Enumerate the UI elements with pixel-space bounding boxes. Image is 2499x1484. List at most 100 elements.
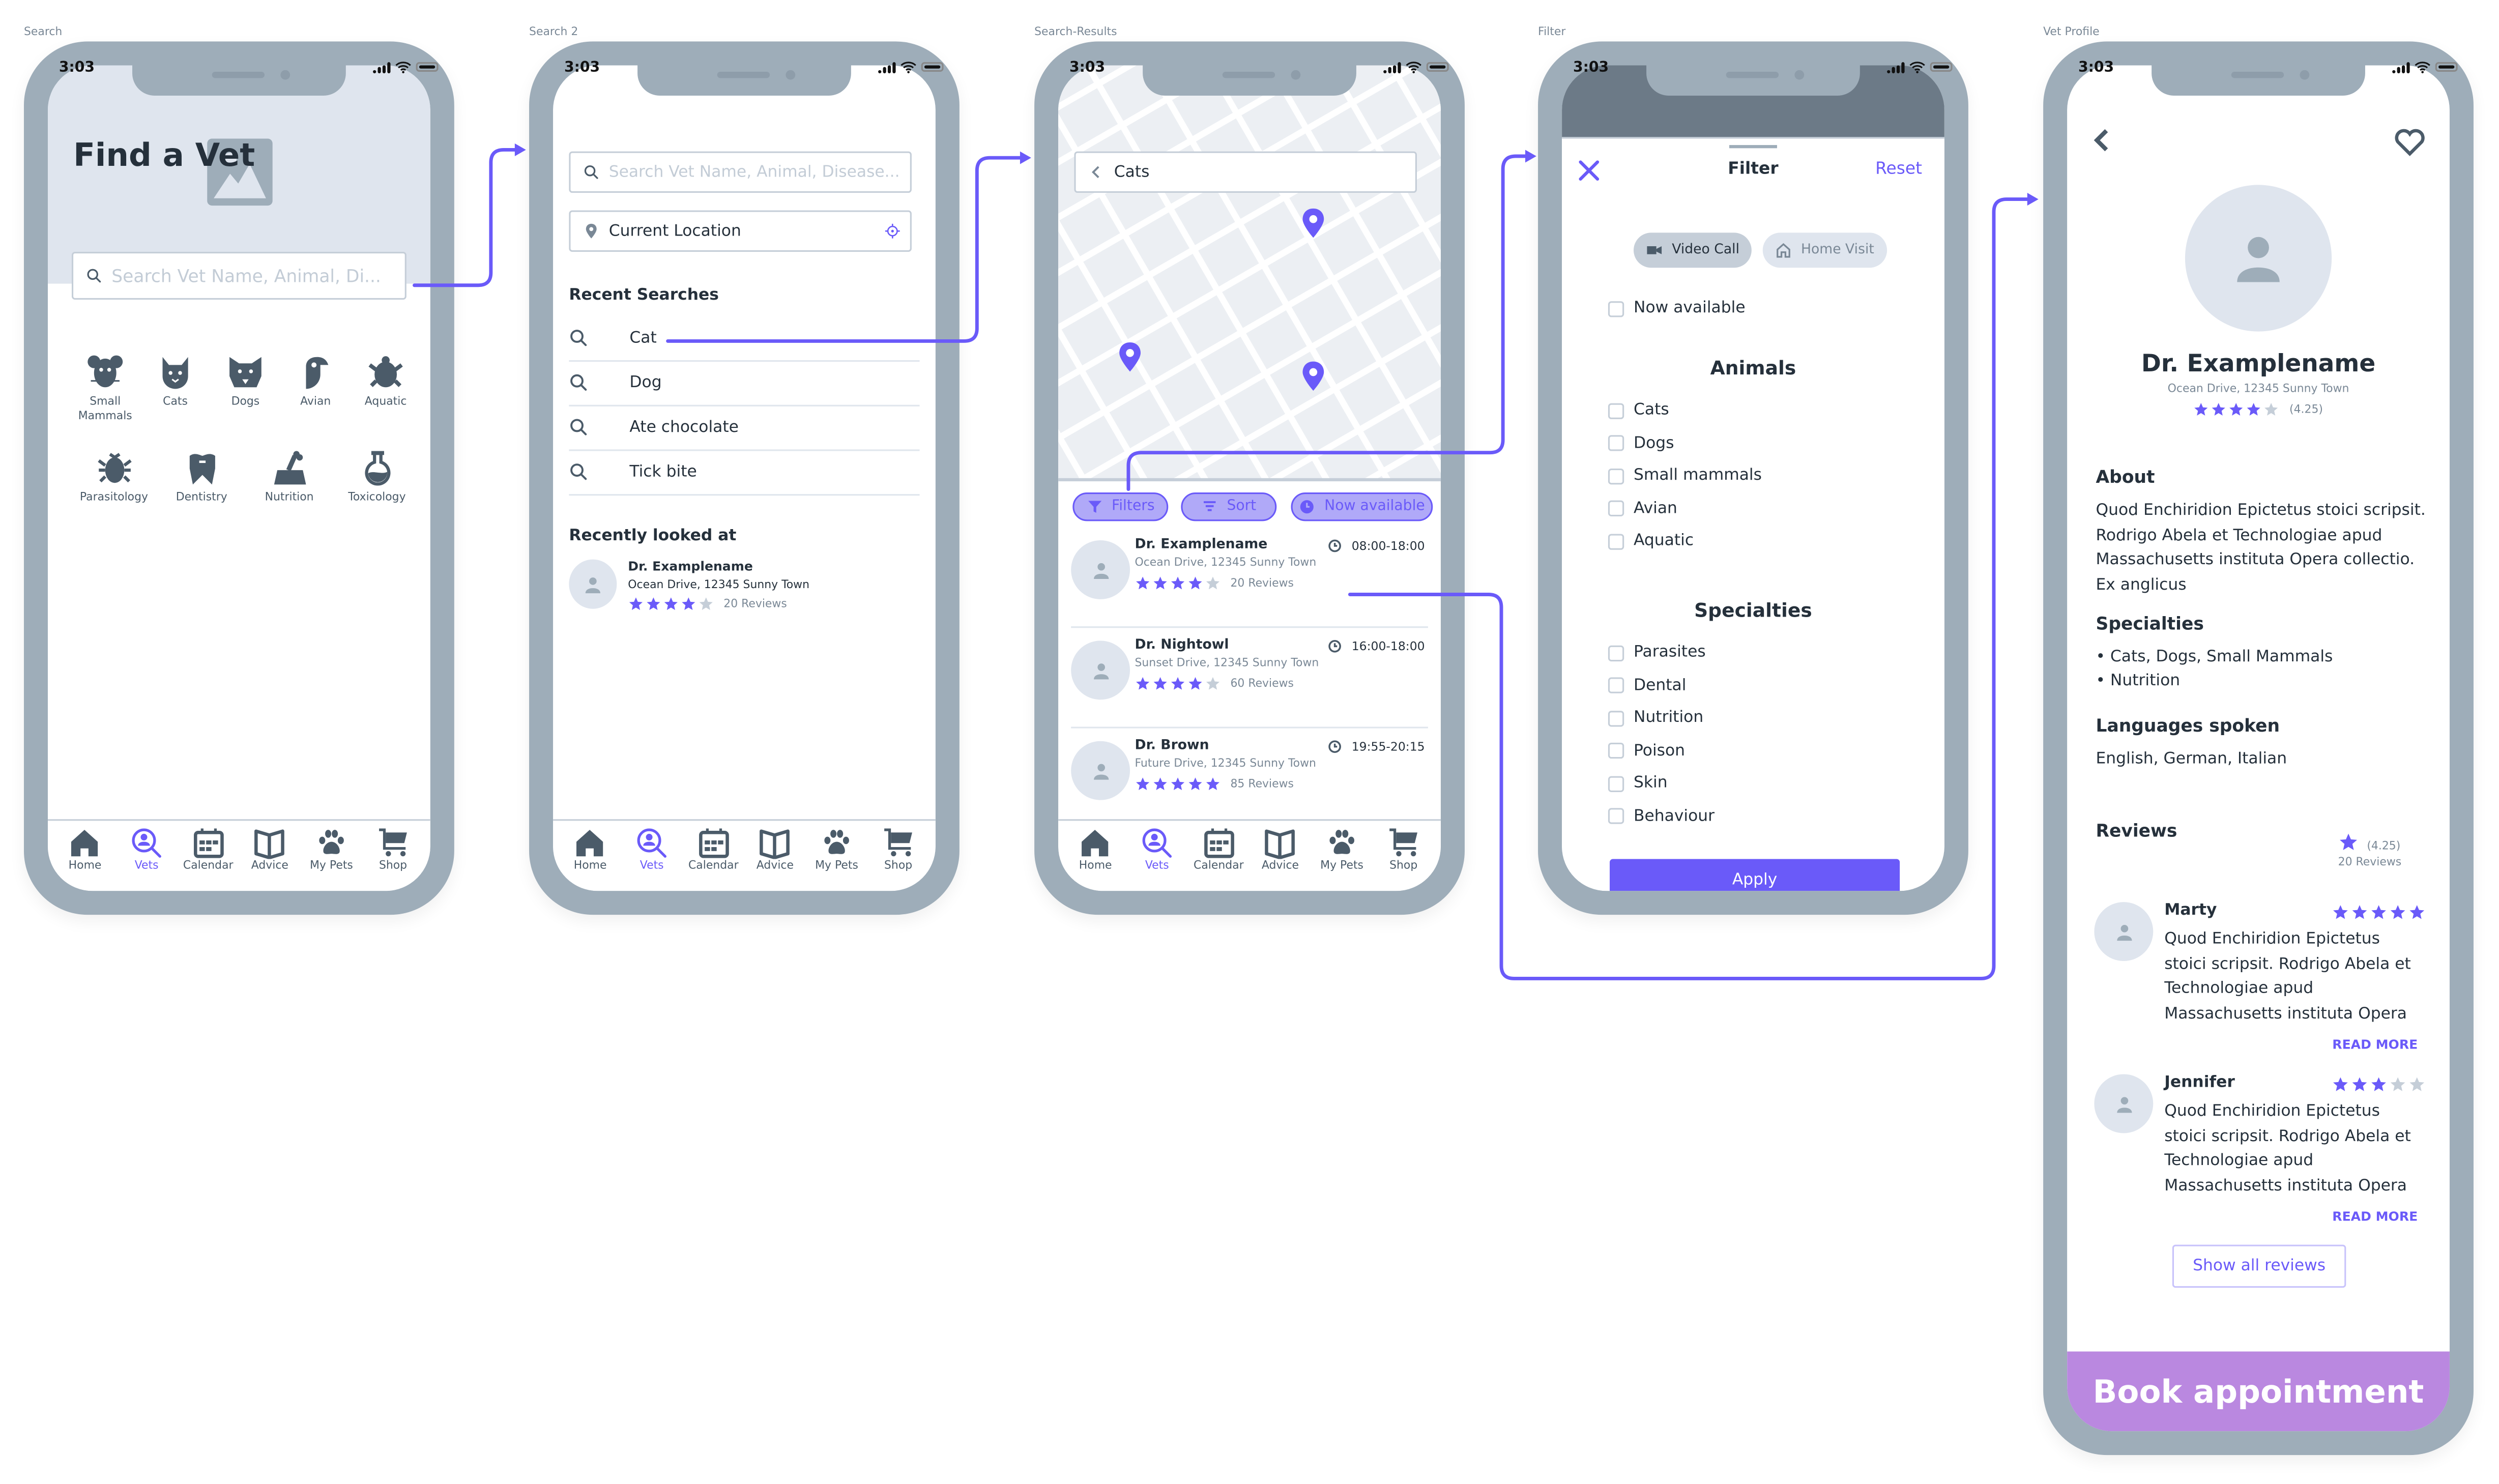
read-more-link[interactable]: READ MORE (2332, 1210, 2418, 1224)
category-small-mammals[interactable]: Small Mammals (70, 354, 140, 449)
nav-calendar[interactable]: Calendar (178, 821, 239, 891)
specialty-checkbox[interactable]: Dental (1608, 677, 1686, 694)
recently-viewed-vet[interactable]: Dr. Examplename Ocean Drive, 12345 Sunny… (569, 559, 888, 623)
sort-chip[interactable]: Sort (1181, 492, 1277, 521)
show-all-reviews-button[interactable]: Show all reviews (2172, 1244, 2346, 1288)
map[interactable] (1058, 65, 1441, 480)
nav-advice[interactable]: Advice (745, 821, 805, 891)
star-icon (2338, 832, 2359, 853)
nav-advice[interactable]: Advice (240, 821, 300, 891)
nav-shop[interactable]: Shop (1373, 821, 1434, 891)
book-appointment-button[interactable]: Book appointment (2067, 1351, 2450, 1432)
map-pin-icon[interactable] (1297, 206, 1329, 241)
back-chevron-icon[interactable] (1089, 164, 1105, 180)
result-item[interactable]: Dr. Nightowl Sunset Drive, 12345 Sunny T… (1071, 631, 1428, 729)
home-visit-toggle[interactable]: Home Visit (1762, 232, 1887, 268)
search-icon (584, 164, 599, 180)
animal-checkbox[interactable]: Small mammals (1608, 467, 1762, 484)
vet-address: Future Drive, 12345 Sunny Town (1135, 757, 1316, 770)
recent-search-item[interactable]: Tick bite (569, 449, 920, 496)
reset-button[interactable]: Reset (1875, 159, 1922, 179)
recent-search-item[interactable]: Cat (569, 315, 920, 362)
now-available-chip[interactable]: Now available (1291, 492, 1433, 521)
crosshair-icon[interactable] (885, 223, 900, 239)
read-more-link[interactable]: READ MORE (2332, 1037, 2418, 1052)
result-item[interactable]: Dr. Examplename Ocean Drive, 12345 Sunny… (1071, 531, 1428, 628)
star-rating (1135, 776, 1221, 792)
checkbox[interactable] (1608, 677, 1624, 693)
location-input[interactable]: Current Location (569, 210, 912, 252)
nav-shop[interactable]: Shop (363, 821, 423, 891)
home-icon (69, 827, 101, 859)
category-avian[interactable]: Avian (280, 354, 351, 449)
back-chevron-icon[interactable] (2089, 124, 2115, 156)
category-dogs[interactable]: Dogs (211, 354, 281, 449)
checkbox[interactable] (1608, 468, 1624, 484)
apply-button[interactable]: Apply (1610, 859, 1900, 891)
category-toxicology[interactable]: Toxicology (333, 449, 421, 529)
checkbox[interactable] (1608, 500, 1624, 516)
recent-search-item[interactable]: Dog (569, 360, 920, 406)
specialty-checkbox[interactable]: Behaviour (1608, 807, 1715, 825)
checkbox[interactable] (1608, 710, 1624, 726)
animal-checkbox[interactable]: Dogs (1608, 434, 1674, 452)
user-icon (2226, 226, 2290, 290)
category-cats[interactable]: Cats (140, 354, 211, 449)
specialty-checkbox[interactable]: Parasites (1608, 644, 1706, 661)
animal-checkbox[interactable]: Cats (1608, 401, 1669, 419)
category-dentistry[interactable]: Dentistry (158, 449, 245, 529)
result-item[interactable]: Dr. Brown Future Drive, 12345 Sunny Town… (1071, 732, 1428, 829)
wifi-icon (1406, 62, 1421, 74)
category-nutrition[interactable]: Nutrition (245, 449, 333, 529)
nav-home[interactable]: Home (55, 821, 115, 891)
vet-rating: 20 Reviews (1135, 575, 1294, 591)
query-bar[interactable]: Cats (1074, 151, 1417, 193)
star-icon (2212, 401, 2227, 417)
checkbox[interactable] (1608, 645, 1624, 661)
nav-my-pets[interactable]: My Pets (806, 821, 867, 891)
specialty-checkbox[interactable]: Poison (1608, 742, 1685, 760)
nav-vets[interactable]: Vets (117, 821, 177, 891)
video-call-toggle[interactable]: Video Call (1634, 232, 1753, 268)
checkbox[interactable] (1608, 402, 1624, 419)
sheet-grabber[interactable] (1729, 145, 1777, 148)
vet-name: Dr. Brown (1135, 738, 1209, 754)
nav-calendar[interactable]: Calendar (1188, 821, 1249, 891)
animal-checkbox[interactable]: Aquatic (1608, 532, 1694, 550)
nav-calendar[interactable]: Calendar (683, 821, 744, 891)
checkbox[interactable] (1608, 435, 1624, 451)
nav-home[interactable]: Home (560, 821, 621, 891)
frame-label-search: Search (23, 25, 63, 39)
search-input[interactable]: Search Vet Name, Animal, Disease... (569, 151, 912, 193)
nav-vets[interactable]: Vets (622, 821, 682, 891)
nav-vets[interactable]: Vets (1127, 821, 1187, 891)
search-input[interactable]: Search Vet Name, Animal, Di... (71, 251, 406, 300)
recent-search-item[interactable]: Ate chocolate (569, 405, 920, 451)
nav-my-pets[interactable]: My Pets (301, 821, 362, 891)
nav-home[interactable]: Home (1065, 821, 1126, 891)
specialty-checkbox[interactable]: Nutrition (1608, 709, 1703, 727)
checkbox[interactable] (1608, 742, 1624, 759)
specialty-checkbox[interactable]: Skin (1608, 774, 1668, 792)
reviewer-name: Marty (2164, 902, 2217, 920)
filters-chip[interactable]: Filters (1072, 492, 1169, 521)
star-rating (1135, 575, 1221, 591)
checkbox[interactable] (1608, 808, 1624, 824)
nav-advice[interactable]: Advice (1250, 821, 1311, 891)
status-time: 3:03 (59, 61, 95, 77)
checkbox[interactable] (1608, 533, 1624, 549)
animal-checkbox[interactable]: Avian (1608, 500, 1677, 517)
map-pin-icon[interactable] (1297, 359, 1329, 394)
checkbox[interactable] (1608, 775, 1624, 792)
reviewer-avatar (2094, 902, 2154, 962)
category-parasitology[interactable]: Parasitology (70, 449, 158, 529)
now-available-checkbox[interactable]: Now available (1608, 300, 1746, 317)
screen-search2: Search Vet Name, Animal, Disease... Curr… (553, 65, 936, 891)
avatar (569, 559, 617, 609)
avatar (1071, 540, 1130, 599)
nav-shop[interactable]: Shop (868, 821, 928, 891)
nav-my-pets[interactable]: My Pets (1312, 821, 1372, 891)
heart-icon[interactable] (2392, 126, 2427, 158)
category-aquatic[interactable]: Aquatic (351, 354, 421, 449)
map-pin-icon[interactable] (1114, 339, 1146, 374)
